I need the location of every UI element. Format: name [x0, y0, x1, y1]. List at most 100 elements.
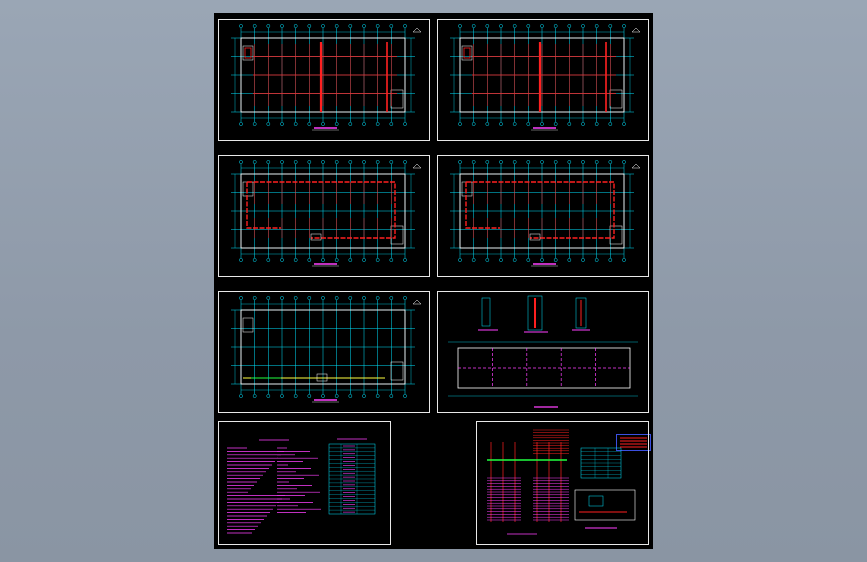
axis-bubble	[608, 258, 613, 262]
pump-unit	[588, 495, 604, 507]
axis-bubble	[252, 258, 257, 262]
axis-bubble	[375, 258, 380, 262]
axis-bubble	[594, 122, 599, 126]
axis-bubble	[375, 296, 380, 300]
axis-bubble	[512, 160, 517, 164]
axis-bubble	[362, 258, 366, 262]
axis-bubble	[471, 24, 476, 28]
axis-bubble	[266, 122, 271, 126]
plan-details-drawing	[448, 295, 638, 408]
axis-bubble	[375, 24, 380, 28]
axis-bubble	[567, 122, 572, 126]
axis-bubble	[526, 122, 531, 126]
axis-bubble	[471, 160, 476, 164]
plan-details-panel-6[interactable]	[437, 291, 649, 413]
floor-plan-4-drawing	[450, 160, 641, 267]
floor-plan-panel-4[interactable]	[437, 155, 649, 277]
axis-bubble	[512, 122, 517, 126]
axis-bubble	[362, 296, 366, 300]
axis-bubble	[499, 122, 503, 126]
axis-bubble	[389, 296, 394, 300]
axis-bubble	[499, 24, 503, 28]
axis-bubble	[540, 258, 544, 262]
axis-bubble	[567, 258, 572, 262]
axis-bubble	[362, 122, 366, 126]
axis-bubble	[266, 394, 271, 398]
axis-bubble	[348, 160, 353, 164]
axis-bubble	[334, 258, 339, 262]
axis-bubble	[321, 296, 325, 300]
pump-room-plan	[574, 489, 636, 521]
north-arrow	[412, 163, 422, 169]
axis-bubble	[293, 258, 298, 262]
axis-bubble	[307, 296, 312, 300]
axis-bubble	[458, 24, 462, 28]
axis-bubble	[594, 160, 599, 164]
system-diagram-panel-8[interactable]	[476, 421, 649, 545]
axis-bubble	[458, 258, 462, 262]
stair-core	[609, 225, 623, 245]
axis-bubble	[307, 122, 312, 126]
stair-core	[461, 181, 473, 197]
axis-bubble	[458, 122, 462, 126]
axis-bubble	[553, 24, 558, 28]
valve-box	[529, 233, 541, 241]
axis-bubble	[266, 160, 271, 164]
stair-core	[390, 225, 404, 245]
axis-bubble	[307, 258, 312, 262]
axis-bubble	[581, 122, 585, 126]
axis-bubble	[512, 24, 517, 28]
axis-bubble	[540, 160, 544, 164]
floor-plan-panel-3[interactable]	[218, 155, 430, 277]
axis-bubble	[252, 296, 257, 300]
axis-bubble	[608, 122, 613, 126]
axis-bubble	[348, 122, 353, 126]
axis-bubble	[293, 296, 298, 300]
axis-bubble	[293, 160, 298, 164]
north-arrow	[631, 27, 641, 33]
axis-bubble	[239, 160, 243, 164]
axis-bubble	[280, 24, 284, 28]
axis-bubble	[485, 122, 490, 126]
axis-bubble	[567, 160, 572, 164]
valve-box	[310, 233, 322, 241]
axis-bubble	[540, 24, 544, 28]
axis-bubble	[293, 394, 298, 398]
axis-bubble	[403, 394, 407, 398]
axis-bubble	[252, 24, 257, 28]
floor-plan-panel-5[interactable]	[218, 291, 430, 413]
axis-bubble	[321, 160, 325, 164]
axis-bubble	[334, 122, 339, 126]
axis-bubble	[485, 24, 490, 28]
axis-bubble	[499, 160, 503, 164]
floor-plan-panel-1[interactable]	[218, 19, 430, 141]
north-arrow	[412, 299, 422, 305]
axis-bubble	[526, 24, 531, 28]
axis-bubble	[594, 258, 599, 262]
axis-bubble	[239, 394, 243, 398]
valve-box	[316, 373, 328, 382]
stair-core	[242, 317, 254, 333]
axis-bubble	[239, 24, 243, 28]
axis-bubble	[280, 394, 284, 398]
stair-core	[390, 361, 404, 381]
axis-bubble	[348, 24, 353, 28]
axis-bubble	[553, 160, 558, 164]
axis-bubble	[348, 258, 353, 262]
axis-bubble	[334, 394, 339, 398]
axis-bubble	[553, 258, 558, 262]
axis-bubble	[458, 160, 462, 164]
axis-bubble	[389, 160, 394, 164]
axis-bubble	[594, 24, 599, 28]
axis-bubble	[485, 160, 490, 164]
floor-plan-panel-2[interactable]	[437, 19, 649, 141]
axis-bubble	[389, 394, 394, 398]
axis-bubble	[375, 394, 380, 398]
axis-bubble	[622, 122, 626, 126]
axis-bubble	[389, 24, 394, 28]
drawing-sheet	[214, 13, 653, 549]
axis-bubble	[321, 24, 325, 28]
axis-bubble	[622, 24, 626, 28]
notes-panel-7[interactable]	[218, 421, 391, 545]
axis-bubble	[389, 122, 394, 126]
